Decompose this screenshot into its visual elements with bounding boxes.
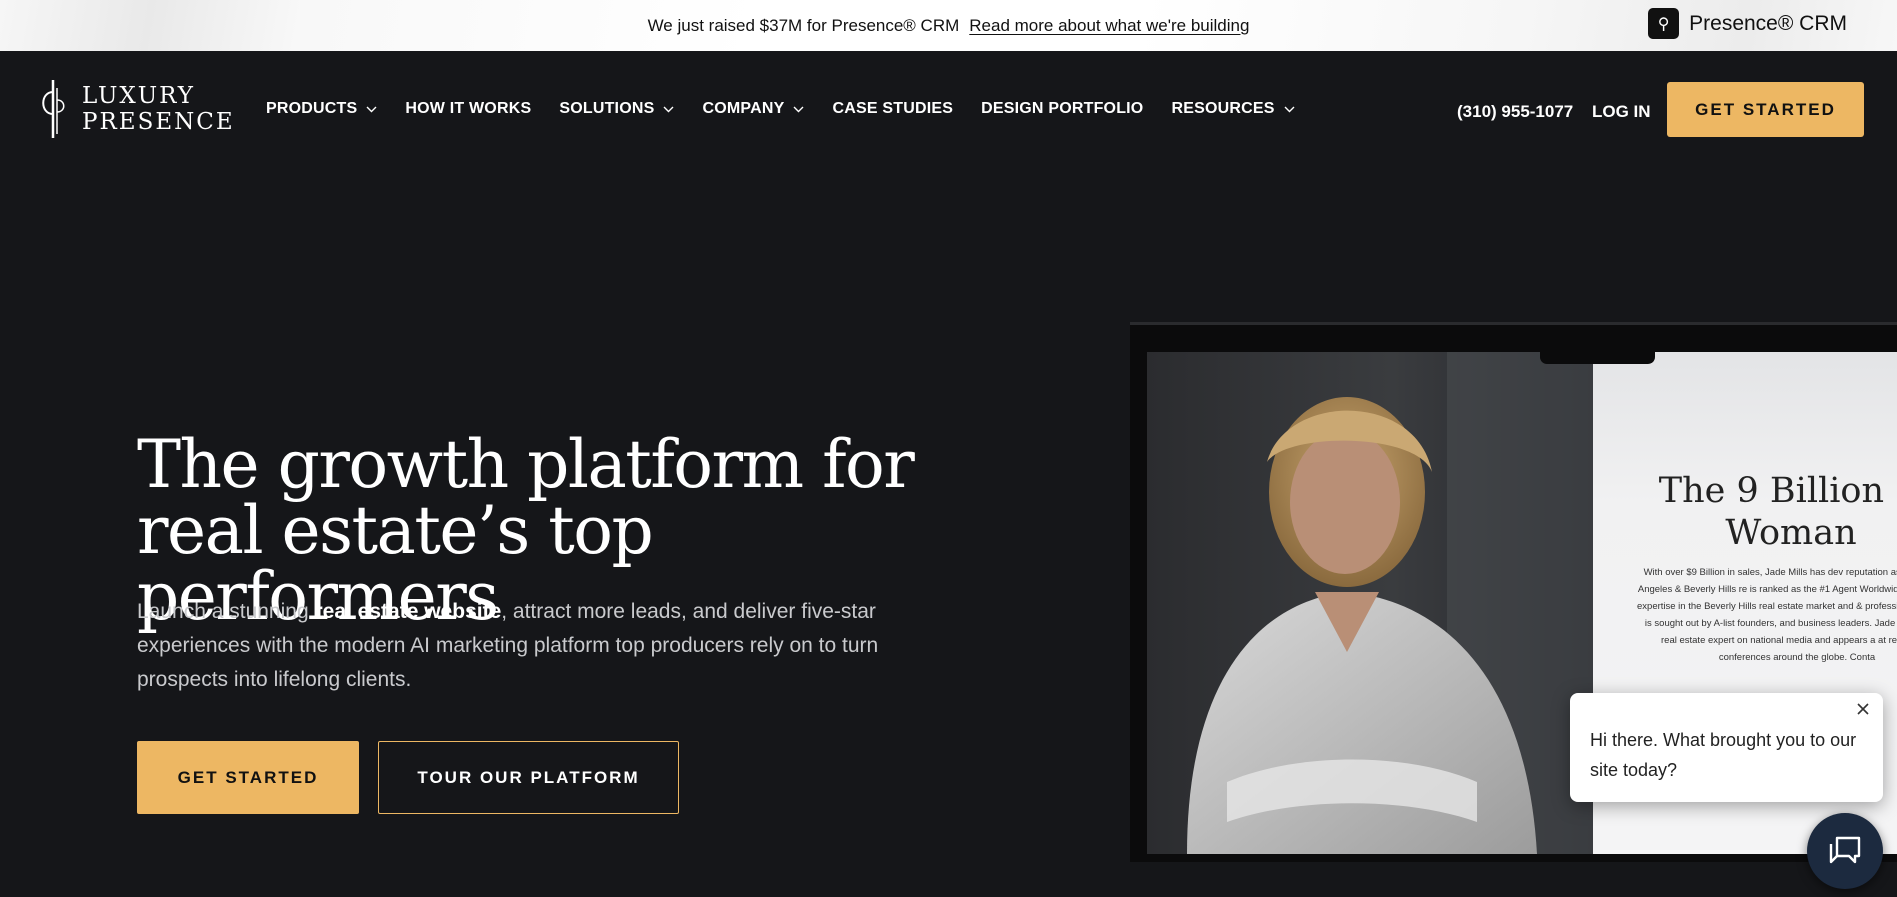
nav-company[interactable]: COMPANY: [702, 100, 804, 118]
nav-label: SOLUTIONS: [559, 100, 655, 117]
crm-badge-label: Presence® CRM: [1689, 11, 1847, 35]
agent-portrait-image: [1147, 352, 1594, 854]
nav-resources[interactable]: RESOURCES: [1171, 100, 1295, 118]
logo-wordmark: LUXURY PRESENCE: [82, 83, 235, 135]
chevron-down-icon: [1284, 106, 1295, 112]
logo-monogram-icon: [42, 80, 65, 138]
article-body: With over $9 Billion in sales, Jade Mill…: [1637, 567, 1897, 663]
chevron-down-icon: [793, 106, 804, 112]
crm-badge[interactable]: ⚲ Presence® CRM: [1648, 8, 1847, 39]
header-get-started-button[interactable]: GET STARTED: [1667, 82, 1864, 137]
logo-line-1: LUXURY: [82, 83, 195, 109]
nav-how-it-works[interactable]: HOW IT WORKS: [405, 100, 531, 118]
nav-label: PRODUCTS: [266, 100, 358, 117]
nav-label: COMPANY: [702, 100, 785, 117]
nav-solutions[interactable]: SOLUTIONS: [559, 100, 674, 118]
announcement-link[interactable]: Read more about what we're building: [969, 16, 1249, 36]
nav-case-studies[interactable]: CASE STUDIES: [832, 100, 953, 118]
chevron-down-icon: [366, 106, 377, 112]
login-link[interactable]: LOG IN: [1592, 102, 1651, 122]
nav-label: RESOURCES: [1171, 100, 1275, 117]
luxury-presence-logo[interactable]: LUXURY PRESENCE: [36, 78, 235, 140]
article-title: The 9 Billion D Woman: [1658, 471, 1897, 553]
chat-message: Hi there. What brought you to our site t…: [1590, 730, 1857, 780]
nav-label: DESIGN PORTFOLIO: [981, 100, 1144, 117]
luxury-presence-monogram-icon: ⚲: [1648, 8, 1680, 39]
nav-products[interactable]: PRODUCTS: [266, 100, 377, 118]
hero-description: Launch a stunning real estate website, a…: [137, 595, 917, 697]
main-nav: PRODUCTS HOW IT WORKS SOLUTIONS COMPANY …: [266, 100, 1323, 118]
laptop-notch: [1540, 345, 1655, 364]
hero-get-started-button[interactable]: GET STARTED: [137, 741, 359, 814]
site-header: LUXURY PRESENCE PRODUCTS HOW IT WORKS SO…: [0, 51, 1897, 169]
announcement-bar: We just raised $37M for Presence® CRM Re…: [0, 0, 1897, 51]
chat-bubble-icon: [1829, 836, 1861, 864]
chevron-down-icon: [663, 106, 674, 112]
nav-design-portfolio[interactable]: DESIGN PORTFOLIO: [981, 100, 1143, 118]
nav-label: HOW IT WORKS: [405, 100, 532, 117]
logo-line-2: PRESENCE: [82, 109, 235, 135]
chat-launcher-button[interactable]: [1807, 813, 1883, 889]
tour-platform-button[interactable]: TOUR OUR PLATFORM: [378, 741, 679, 814]
close-icon[interactable]: [1855, 701, 1871, 717]
announcement-text: We just raised $37M for Presence® CRM: [647, 15, 960, 35]
chat-popup[interactable]: Hi there. What brought you to our site t…: [1570, 693, 1883, 802]
nav-label: CASE STUDIES: [832, 100, 954, 117]
hero-desc-link[interactable]: real estate website: [314, 600, 501, 623]
phone-link[interactable]: (310) 955-1077: [1457, 102, 1573, 122]
hero-desc-intro: Launch a stunning: [137, 600, 315, 623]
